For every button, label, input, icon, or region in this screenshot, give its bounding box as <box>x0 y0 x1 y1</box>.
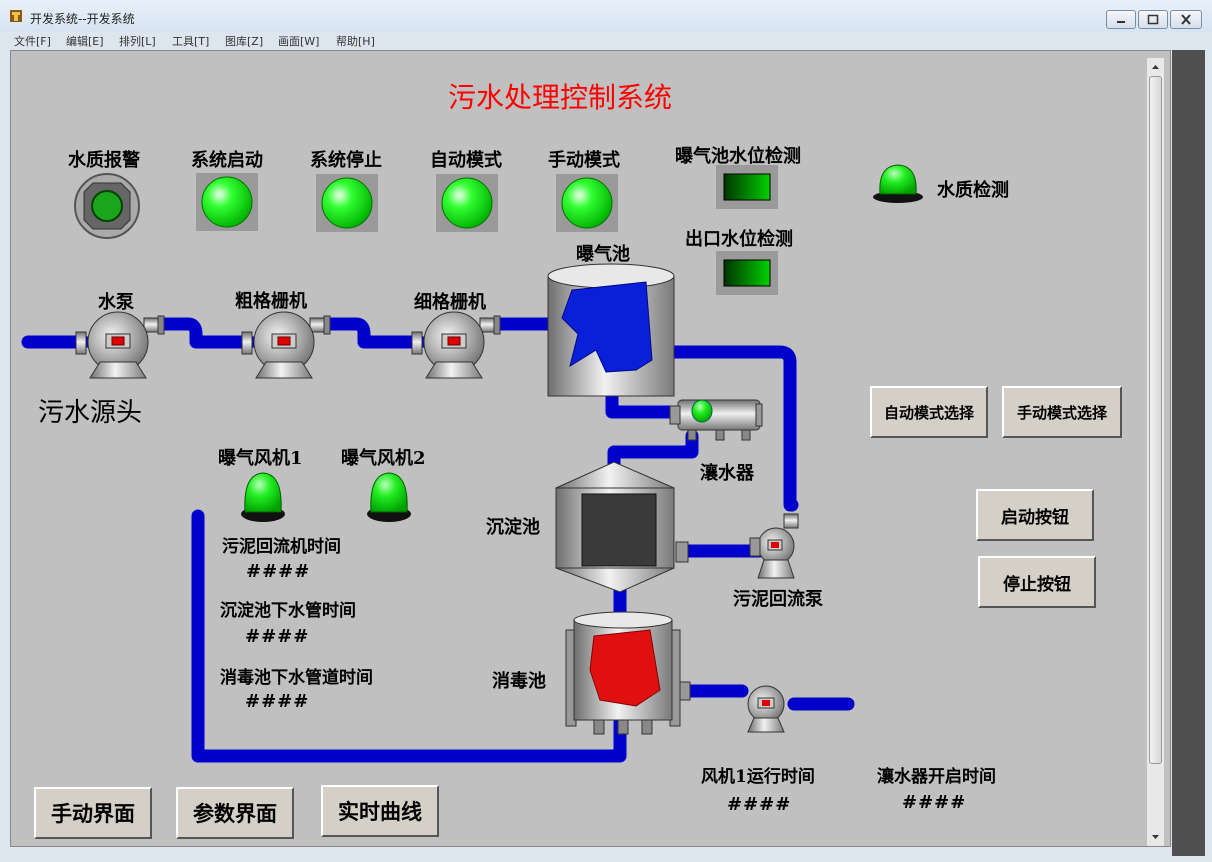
label-aerator-open-time: 瀼水器开启时间 <box>877 767 996 787</box>
label-sewage-source: 污水源头 <box>38 398 143 428</box>
sedimentation-tank <box>555 461 689 593</box>
label-coarse-screen: 粗格栅机 <box>235 291 307 312</box>
label-disinfection-tank: 消毒池 <box>492 671 546 692</box>
label-water-quality-alarm: 水质报警 <box>68 150 140 171</box>
label-manual-mode: 手动模式 <box>548 150 620 171</box>
label-aeration-tank: 曝气池 <box>576 244 630 265</box>
water-quality-detect-icon <box>873 164 923 203</box>
label-pump: 水泵 <box>98 292 134 313</box>
pump-main <box>75 311 165 379</box>
label-fine-screen: 细格栅机 <box>414 292 486 313</box>
label-auto-mode: 自动模式 <box>430 150 502 171</box>
value-sludge-return-time: #### <box>246 561 311 582</box>
label-sedimentation-tank: 沉淀池 <box>486 517 540 538</box>
disinfection-tank <box>565 611 691 735</box>
system-stop-lamp-icon <box>316 174 378 232</box>
label-fan2: 曝气风机2 <box>341 448 426 469</box>
label-fan1-runtime: 风机1运行时间 <box>701 767 815 787</box>
realtime-curve-button[interactable]: 实时曲线 <box>321 785 439 837</box>
manual-screen-button[interactable]: 手动界面 <box>34 787 152 839</box>
auto-mode-lamp-icon <box>436 174 498 232</box>
value-sed-drain-time: #### <box>245 626 310 647</box>
label-aeration-level-detect: 曝气池水位检测 <box>675 146 801 167</box>
label-outlet-level-detect: 出口水位检测 <box>685 229 793 250</box>
disinfection-fluid <box>589 629 661 707</box>
aeration-level-indicator-icon <box>716 165 778 209</box>
pipe-coarse-fine <box>319 317 427 349</box>
fan2-lamp-icon <box>367 472 411 522</box>
aerator-vessel <box>669 399 763 441</box>
outlet-level-indicator-icon <box>716 251 778 295</box>
value-aerator-open-time: #### <box>902 792 967 813</box>
pipe-pump-coarse <box>153 317 257 349</box>
label-fan1: 曝气风机1 <box>218 448 303 469</box>
pump-fine-screen <box>411 311 501 379</box>
label-sed-drain-time: 沉淀池下水管时间 <box>220 601 356 621</box>
label-water-quality-detect: 水质检测 <box>937 180 1009 201</box>
water-quality-alarm-icon <box>74 173 140 239</box>
value-fan1-runtime: #### <box>727 794 792 815</box>
value-dis-drain-time: #### <box>245 691 310 712</box>
label-dis-drain-time: 消毒池下水管道时间 <box>220 668 373 688</box>
stop-button[interactable]: 停止按钮 <box>978 556 1096 608</box>
start-button[interactable]: 启动按钮 <box>976 489 1094 541</box>
aeration-tank <box>547 263 675 397</box>
auto-mode-select-button[interactable]: 自动模式选择 <box>870 386 988 438</box>
param-screen-button[interactable]: 参数界面 <box>176 787 294 839</box>
label-system-stop: 系统停止 <box>310 150 382 171</box>
label-aerator: 瀼水器 <box>700 463 754 484</box>
system-start-lamp-icon <box>196 173 258 231</box>
pipe-aeration-aerator <box>605 389 677 419</box>
fan1-lamp-icon <box>241 472 285 522</box>
label-system-start: 系统启动 <box>191 150 263 171</box>
manual-mode-select-button[interactable]: 手动模式选择 <box>1002 386 1122 438</box>
label-sludge-return-pump: 污泥回流泵 <box>733 589 823 610</box>
pipe-network <box>21 317 855 763</box>
aeration-fluid <box>561 281 653 373</box>
pump-coarse-screen <box>241 311 331 379</box>
pipe-aerator-sed <box>607 429 699 475</box>
pump-sludge-return <box>749 513 799 579</box>
pump-outlet <box>747 685 785 733</box>
manual-mode-lamp-icon <box>556 174 618 232</box>
screen-title: 污水处理控制系统 <box>448 81 673 114</box>
label-sludge-return-time: 污泥回流机时间 <box>222 537 341 557</box>
